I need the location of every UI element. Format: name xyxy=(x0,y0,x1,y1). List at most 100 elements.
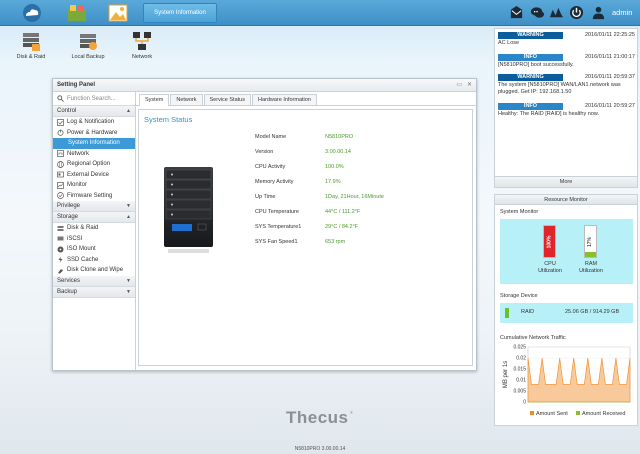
lightning-icon xyxy=(57,256,64,263)
apps-icon[interactable] xyxy=(65,2,89,24)
chat-icon[interactable] xyxy=(529,4,545,20)
top-bar: System Information admin xyxy=(0,0,640,26)
function-search-input[interactable]: Function Search... xyxy=(53,92,135,106)
notification-time: 2016/01/11 20:59:37 xyxy=(584,74,635,80)
power-icon[interactable] xyxy=(568,4,584,20)
mail-icon[interactable] xyxy=(508,4,524,20)
desktop-label: Local Backup xyxy=(71,54,105,60)
user-icon[interactable] xyxy=(590,4,606,20)
notification-time: 2016/01/11 22:25:25 xyxy=(584,32,635,38)
section-control[interactable]: Control ▲ xyxy=(53,106,135,117)
search-placeholder: Function Search... xyxy=(67,95,116,102)
desktop-disk-raid[interactable]: Disk & Raid xyxy=(6,30,56,60)
notification-item[interactable]: WARNING 2016/01/11 22:25:25 AC Lose xyxy=(498,32,635,47)
more-button[interactable]: More xyxy=(495,176,637,187)
tab-system-information[interactable]: System Information xyxy=(143,3,217,23)
sidebar-item-label: External Device xyxy=(67,171,110,178)
notification-message: [N5810PRO] boot successfully. xyxy=(498,62,574,68)
notification-item[interactable]: WARNING 2016/01/11 20:59:37 The system [… xyxy=(498,74,635,95)
network-traffic-chart: 0.025 0.02 0.015 0.01 0.005 0 MB per 1s Amount … xyxy=(500,344,633,422)
status-key: Memory Activity xyxy=(255,179,294,185)
y-tick-label: 0.01 xyxy=(516,378,526,384)
section-label: Privilege xyxy=(57,203,81,209)
section-label: Storage xyxy=(57,214,79,220)
sidebar-item-monitor[interactable]: Monitor xyxy=(53,180,135,191)
sidebar-item-firmware-setting[interactable]: Firmware Setting xyxy=(53,191,135,202)
sidebar-item-label: SSD Cache xyxy=(67,256,99,263)
disk-raid-icon xyxy=(20,30,42,52)
sidebar: Function Search... Control ▲ Log & Notifi… xyxy=(53,92,136,370)
traffic-chart-svg: 0.025 0.02 0.015 0.01 0.005 0 MB per 1s Amount … xyxy=(503,345,631,417)
notification-time: 2016/01/11 20:59:27 xyxy=(584,103,635,109)
notification-item[interactable]: INFO 2016/01/11 21:00:17 [N5810PRO] boot… xyxy=(498,54,635,69)
section-backup[interactable]: Backup ▼ xyxy=(53,286,135,298)
disk-icon xyxy=(57,225,64,232)
y-tick-label: 0.005 xyxy=(513,389,526,395)
desktop-network[interactable]: Network xyxy=(117,30,167,60)
external-device-icon xyxy=(57,171,64,178)
section-storage[interactable]: Storage ▲ xyxy=(53,212,135,223)
notification-panel: WARNING 2016/01/11 22:25:25 AC Lose INFO… xyxy=(494,28,638,188)
iscsi-icon xyxy=(57,235,64,242)
level-badge: INFO xyxy=(498,54,563,61)
cloud-icon[interactable] xyxy=(20,2,44,24)
legend-swatch-received xyxy=(576,411,580,415)
user-name[interactable]: admin xyxy=(612,8,632,17)
tab-service-status[interactable]: Service Status xyxy=(203,94,251,105)
sidebar-item-label: Disk & Raid xyxy=(67,225,99,231)
section-services[interactable]: Services ▼ xyxy=(53,275,135,287)
page-title: System Status xyxy=(144,115,193,124)
sidebar-item-ssd-cache[interactable]: SSD Cache xyxy=(53,255,135,266)
close-icon[interactable]: ✕ xyxy=(467,79,472,92)
sidebar-item-regional-option[interactable]: Regional Option xyxy=(53,159,135,170)
monitor-icon[interactable] xyxy=(548,4,564,20)
network-icon xyxy=(131,30,153,52)
y-tick-label: 0 xyxy=(523,400,526,406)
maximize-icon[interactable]: ▭ xyxy=(456,79,462,92)
section-privilege[interactable]: Privilege ▼ xyxy=(53,201,135,212)
sidebar-item-iscsi[interactable]: iSCSI xyxy=(53,234,135,245)
status-key: SYS Temperature1 xyxy=(255,224,302,230)
status-value: 29°C / 84.2°F xyxy=(325,224,359,230)
resource-monitor: Resource Monitor System Monitor 100% 17%… xyxy=(494,194,638,426)
wipe-icon xyxy=(57,267,64,274)
resource-monitor-title: Resource Monitor xyxy=(495,195,637,205)
status-key: Up Time xyxy=(255,194,276,200)
panel-title-bar[interactable]: Setting Panel ▭ ✕ xyxy=(53,79,476,92)
tab-network[interactable]: Network xyxy=(170,94,203,105)
ram-percent: 17% xyxy=(587,236,594,247)
raid-usage: 25.06 GB / 914.29 GB xyxy=(565,309,620,315)
ram-meter: 17% xyxy=(584,225,597,258)
iso-disc-icon xyxy=(57,246,64,253)
expand-arrow-icon: ▼ xyxy=(126,288,131,295)
network-icon xyxy=(57,150,64,158)
sidebar-item-disk-raid[interactable]: Disk & Raid xyxy=(53,223,135,234)
status-value: 100.0% xyxy=(325,164,344,170)
sidebar-item-system-information[interactable]: System Information xyxy=(53,138,135,149)
status-value: 653 rpm xyxy=(325,239,346,245)
y-tick-label: 0.02 xyxy=(516,356,526,362)
checklist-icon xyxy=(57,118,64,126)
storage-usage-bar xyxy=(505,308,509,318)
level-badge: WARNING xyxy=(498,32,563,39)
sidebar-item-iso-mount[interactable]: ISO Mount xyxy=(53,244,135,255)
sidebar-item-power-hardware[interactable]: Power & Hardware xyxy=(53,128,135,139)
notification-item[interactable]: INFO 2016/01/11 20:59:27 Healthy: The RA… xyxy=(498,103,635,118)
y-axis-label: MB per 1s xyxy=(503,361,509,388)
ram-utilization-label: RAM Utilization xyxy=(571,261,611,274)
sidebar-item-label: iSCSI xyxy=(67,235,83,242)
photo-icon[interactable] xyxy=(106,2,130,24)
sidebar-item-log-notification[interactable]: Log & Notification xyxy=(53,117,135,128)
notification-message: AC Lose xyxy=(498,40,520,46)
desktop-local-backup[interactable]: Local Backup xyxy=(63,30,113,60)
section-label: Services xyxy=(57,277,81,284)
status-value: 17.9% xyxy=(325,179,341,185)
sidebar-item-external-device[interactable]: External Device xyxy=(53,170,135,181)
monitor-chart-icon xyxy=(57,181,64,189)
tab-system[interactable]: System xyxy=(139,94,170,106)
sidebar-item-network[interactable]: Network xyxy=(53,149,135,160)
sidebar-item-label: Regional Option xyxy=(67,161,111,167)
sidebar-item-disk-clone-wipe[interactable]: Disk Clone and Wipe xyxy=(53,265,135,276)
tab-hardware-information[interactable]: Hardware Information xyxy=(251,94,317,105)
tab-bar: System Network Service Status Hardware I… xyxy=(136,92,476,106)
